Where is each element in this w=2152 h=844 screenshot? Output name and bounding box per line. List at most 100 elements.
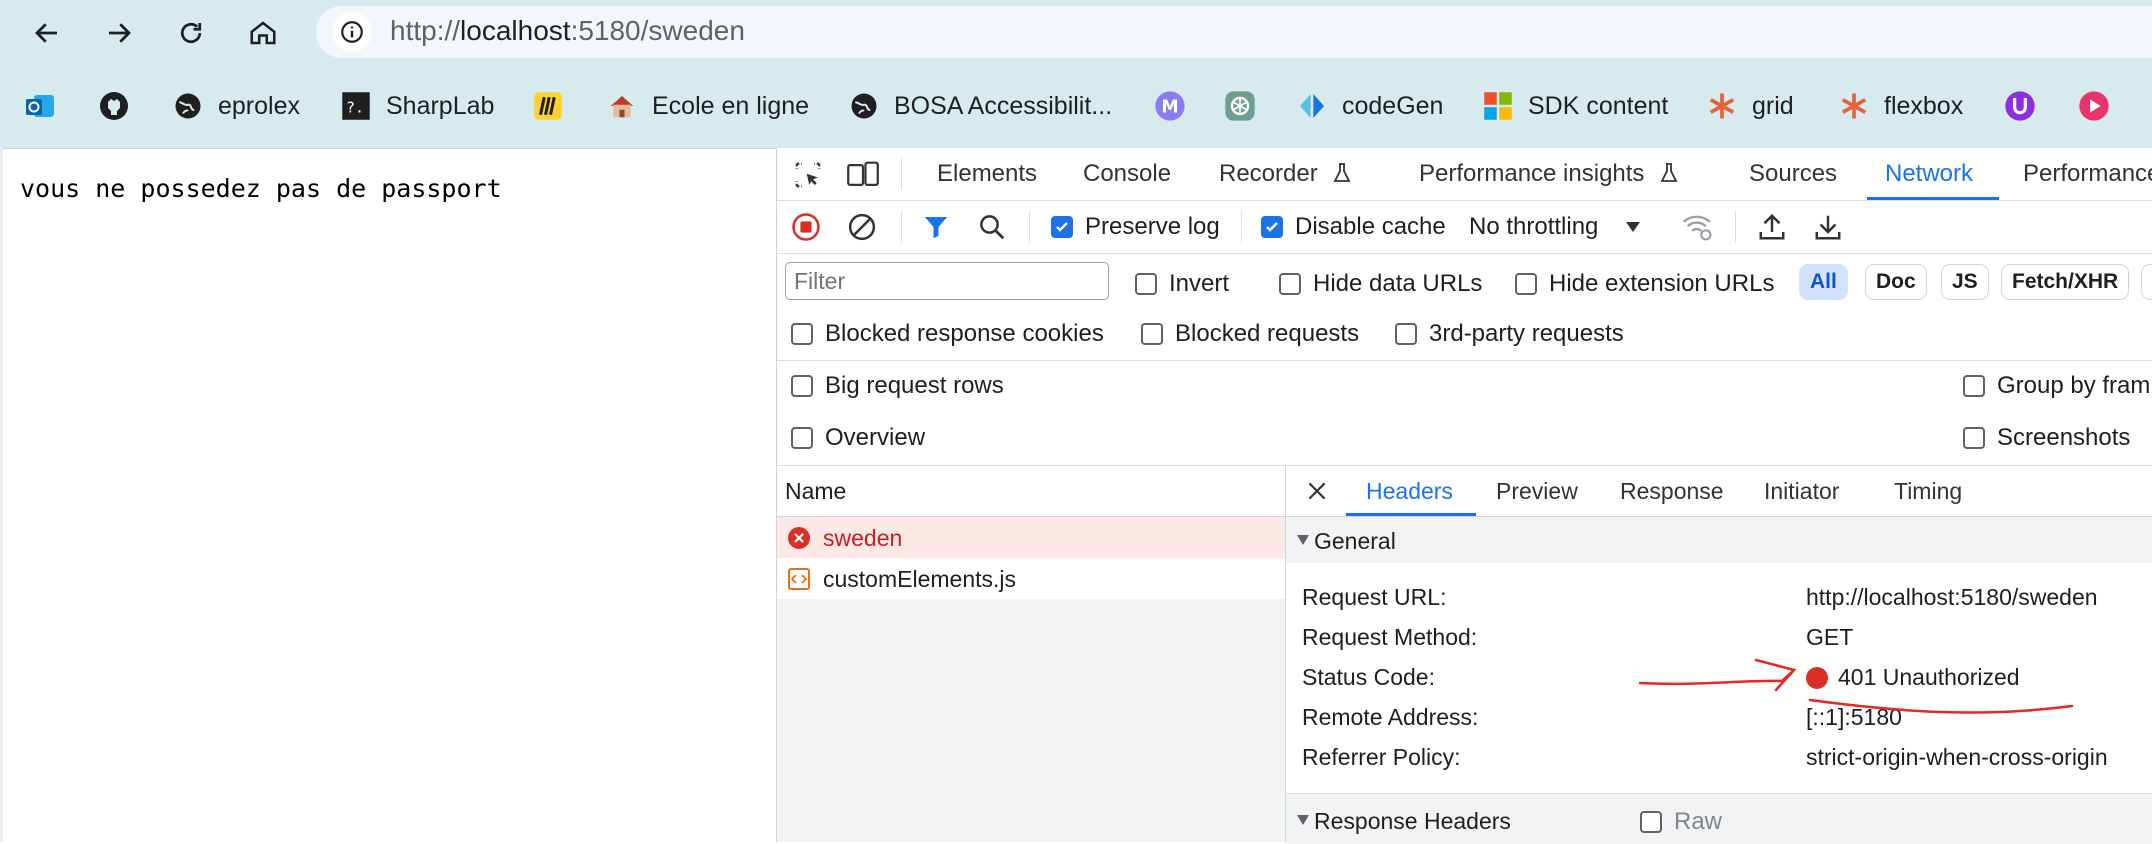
bookmark-m[interactable]: M (1154, 88, 1200, 124)
blocked-response-cookies-checkbox[interactable]: Blocked response cookies (791, 320, 1104, 348)
checkbox-unchecked (1515, 273, 1537, 295)
inspect-element-icon[interactable] (793, 160, 823, 190)
close-details-button[interactable] (1304, 478, 1330, 504)
bookmark-ecole[interactable]: Ecole en ligne (606, 88, 809, 124)
bookmark-flexbox[interactable]: flexbox (1838, 88, 1963, 124)
wifi-settings-icon (1682, 215, 1712, 241)
tab-elements[interactable]: Elements (937, 148, 1037, 200)
upload-icon (1759, 213, 1785, 240)
request-row-sweden[interactable]: sweden (777, 517, 1285, 558)
dropdown-arrow-icon (1626, 222, 1641, 232)
request-row-customelements[interactable]: customElements.js (777, 558, 1285, 599)
divider (901, 211, 902, 243)
bookmark-bosa[interactable]: BOSA Accessibilit... (848, 88, 1112, 124)
tab-headers[interactable]: Headers (1366, 466, 1453, 516)
bookmark-u[interactable] (2004, 88, 2050, 124)
record-stop-icon (792, 213, 820, 241)
type-filter-fetch-xhr[interactable]: Fetch/XHR (2001, 264, 2130, 300)
reload-icon (180, 22, 202, 44)
home-button[interactable] (242, 12, 284, 54)
request-method-value: GET (1806, 624, 1854, 650)
name-column-header[interactable]: Name (785, 478, 846, 505)
clear-button[interactable] (847, 212, 877, 242)
filter-input[interactable] (785, 262, 1109, 300)
arrow-left-icon (35, 23, 57, 43)
referrer-policy-value: strict-origin-when-cross-origin (1806, 744, 2108, 770)
tab-preview[interactable]: Preview (1496, 466, 1578, 516)
type-filter-doc[interactable]: Doc (1865, 264, 1927, 300)
tab-label: Recorder (1219, 160, 1318, 187)
throttling-select[interactable]: No throttling (1469, 213, 1642, 241)
checkbox-unchecked (1135, 273, 1157, 295)
preserve-log-checkbox[interactable]: Preserve log (1051, 213, 1220, 241)
general-section-header[interactable]: General (1286, 517, 2152, 563)
site-info-button[interactable] (332, 12, 372, 52)
checkbox-label: Hide extension URLs (1549, 270, 1775, 297)
forward-button[interactable] (98, 12, 140, 54)
invert-checkbox[interactable]: Invert (1135, 270, 1229, 298)
tab-initiator[interactable]: Initiator (1764, 466, 1839, 516)
script-file-icon (788, 568, 810, 590)
checkbox-unchecked (791, 375, 813, 397)
clear-icon (848, 213, 876, 241)
request-list: Name sweden customElements.js (777, 466, 1286, 842)
devtools-panel: Elements Console Recorder Performance in… (776, 148, 2152, 844)
bookmark-codegen[interactable]: codeGen (1296, 88, 1443, 124)
hide-data-urls-checkbox[interactable]: Hide data URLs (1279, 270, 1482, 298)
tab-recorder[interactable]: Recorder (1219, 148, 1352, 200)
window-edge (0, 148, 3, 842)
tab-network[interactable]: Network (1885, 148, 1973, 200)
stop-recording-button[interactable] (791, 212, 821, 242)
bookmark-github[interactable] (98, 88, 144, 124)
bookmark-play[interactable] (2078, 88, 2124, 124)
export-har-button[interactable] (1813, 212, 1843, 242)
overview-checkbox[interactable]: Overview (791, 424, 925, 452)
type-filter-all[interactable]: All (1799, 264, 1848, 300)
tab-timing[interactable]: Timing (1894, 466, 1962, 516)
flask-icon (1333, 163, 1351, 182)
back-button[interactable] (26, 12, 68, 54)
tab-performance-insights[interactable]: Performance insights (1419, 148, 1679, 200)
url-path: :5180/sweden (570, 15, 745, 46)
filter-toggle[interactable] (921, 212, 951, 242)
type-filter-js[interactable]: JS (1941, 264, 1989, 300)
status-text: 401 Unauthorized (1838, 664, 2020, 690)
group-by-frame-checkbox[interactable]: Group by fram (1963, 372, 2150, 400)
bookmark-sdk[interactable]: SDK content (1482, 88, 1668, 124)
blocked-requests-checkbox[interactable]: Blocked requests (1141, 320, 1359, 348)
big-request-rows-checkbox[interactable]: Big request rows (791, 372, 1004, 400)
tab-performance[interactable]: Performance (2023, 148, 2152, 200)
bookmark-chatgpt[interactable] (1224, 88, 1270, 124)
hide-extension-urls-checkbox[interactable]: Hide extension URLs (1515, 270, 1774, 298)
url-text[interactable]: http://localhost:5180/sweden (390, 15, 745, 47)
import-har-button[interactable] (1757, 212, 1787, 242)
svg-text:M: M (1161, 98, 1178, 118)
raw-checkbox[interactable]: Raw (1640, 808, 1722, 836)
bookmark-eprolex[interactable]: eprolex (172, 88, 300, 124)
flask-icon (1660, 163, 1678, 182)
type-filter-more[interactable] (2141, 264, 2152, 300)
network-conditions-button[interactable] (1681, 211, 1715, 243)
checkbox-label: Screenshots (1997, 424, 2131, 451)
bookmark-label: eprolex (218, 91, 300, 120)
screenshots-checkbox[interactable]: Screenshots (1963, 424, 2130, 452)
globe-icon (172, 90, 204, 122)
request-list-header: Name (777, 466, 1285, 517)
disable-cache-checkbox[interactable]: Disable cache (1261, 213, 1446, 241)
device-toolbar-icon[interactable] (847, 160, 879, 190)
checkbox-label: Preserve log (1085, 213, 1220, 240)
tab-response[interactable]: Response (1620, 466, 1724, 516)
tab-console[interactable]: Console (1083, 148, 1171, 200)
search-button[interactable] (977, 212, 1007, 242)
tab-sources[interactable]: Sources (1749, 148, 1837, 200)
active-tab-indicator (1346, 513, 1476, 516)
bookmark-miro[interactable] (532, 88, 578, 124)
bookmark-outlook[interactable] (24, 88, 70, 124)
reload-button[interactable] (170, 12, 212, 54)
u-badge-icon (2004, 90, 2036, 122)
bookmark-sharplab[interactable]: ?. SharpLab (340, 88, 494, 124)
bookmark-grid[interactable]: grid (1706, 88, 1794, 124)
url-host: localhost (460, 15, 571, 46)
response-headers-section-header[interactable]: Response Headers Raw (1286, 793, 2152, 844)
third-party-requests-checkbox[interactable]: 3rd-party requests (1395, 320, 1624, 348)
